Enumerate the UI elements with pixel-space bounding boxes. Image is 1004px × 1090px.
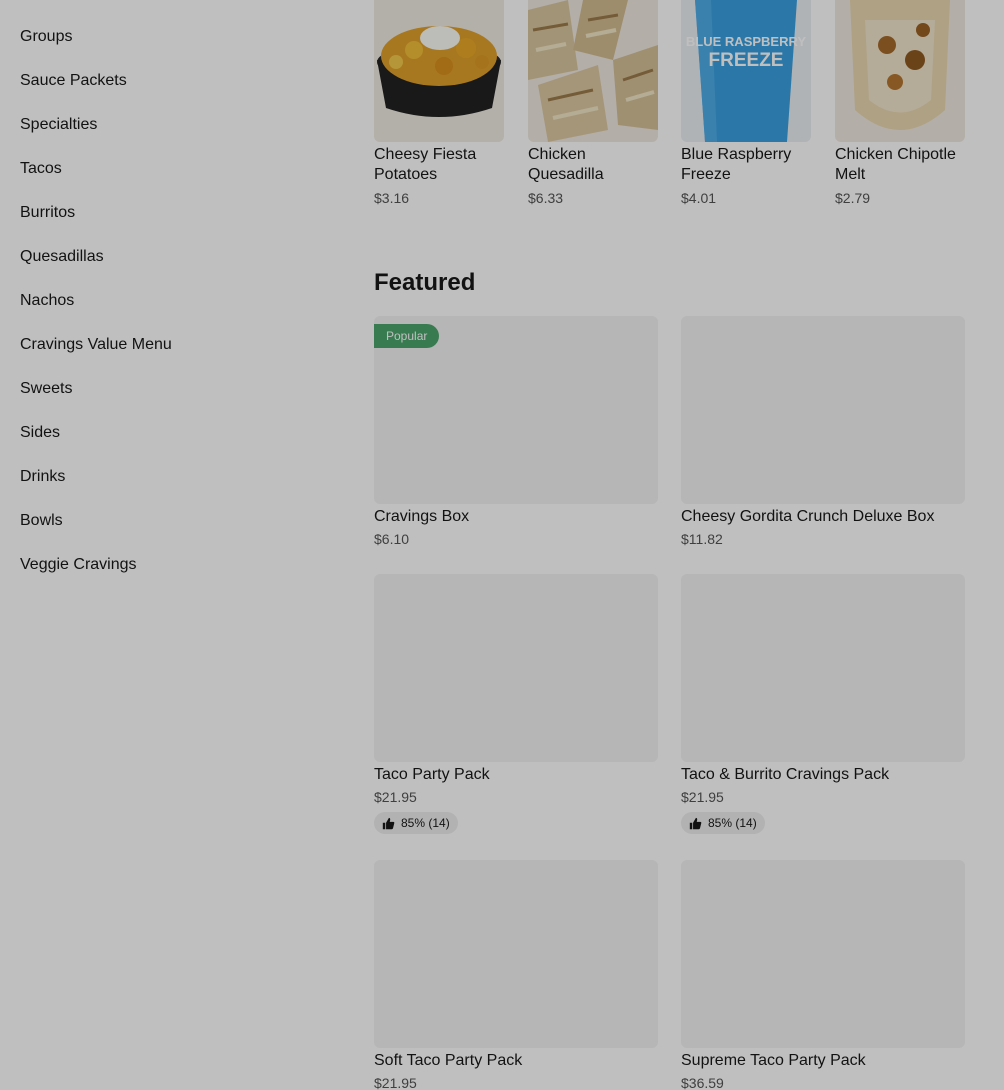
item-price: $11.82 bbox=[681, 531, 723, 547]
sidebar-item-veggie-cravings[interactable]: Veggie Cravings bbox=[20, 553, 137, 577]
sidebar-item-cravings-value-menu[interactable]: Cravings Value Menu bbox=[20, 333, 172, 357]
sidebar-item-groups[interactable]: Groups bbox=[20, 25, 72, 49]
item-price: $21.95 bbox=[374, 1075, 417, 1090]
item-price: $6.33 bbox=[528, 190, 564, 206]
rating-badge: 85% (14) bbox=[374, 812, 458, 834]
item-name: Taco Party Pack bbox=[374, 766, 490, 783]
item-name: Blue Raspberry Freeze bbox=[681, 146, 792, 183]
item-price: $6.10 bbox=[374, 531, 410, 547]
sidebar-item-sweets[interactable]: Sweets bbox=[20, 377, 72, 401]
sidebar-item-burritos[interactable]: Burritos bbox=[20, 201, 75, 225]
sidebar-item-drinks[interactable]: Drinks bbox=[20, 465, 65, 489]
potatoes-image bbox=[374, 0, 504, 142]
item-name: Cheesy Fiesta Potatoes bbox=[374, 146, 477, 183]
popular-badge: Popular bbox=[374, 324, 440, 348]
drink-image: BLUE RASPBERRY FREEZE bbox=[681, 0, 811, 142]
category-sidebar: Groups Sauce Packets Specialties Tacos B… bbox=[0, 0, 350, 1090]
rating-text: 85% (14) bbox=[401, 816, 450, 830]
thumbs-up-icon bbox=[382, 817, 395, 829]
item-name: Taco & Burrito Cravings Pack bbox=[681, 766, 890, 783]
item-image bbox=[681, 574, 965, 762]
item-price: $2.79 bbox=[835, 190, 871, 206]
item-price: $21.95 bbox=[374, 789, 417, 805]
item-image bbox=[374, 860, 658, 1048]
sidebar-item-sides[interactable]: Sides bbox=[20, 421, 60, 445]
item-name: Chicken Quesadilla bbox=[528, 146, 604, 183]
cup-text-1: BLUE RASPBERRY bbox=[686, 34, 806, 49]
item-price: $21.95 bbox=[681, 789, 724, 805]
item-name: Supreme Taco Party Pack bbox=[681, 1052, 866, 1069]
sidebar-item-bowls[interactable]: Bowls bbox=[20, 509, 63, 533]
cup-text-2: FREEZE bbox=[709, 50, 784, 71]
quesadilla-image bbox=[528, 0, 658, 142]
item-name: Chicken Chipotle Melt bbox=[835, 146, 956, 183]
item-price: $3.16 bbox=[374, 190, 410, 206]
item-name: Cheesy Gordita Crunch Deluxe Box bbox=[681, 508, 935, 525]
menu-content: Cheesy Fiesta Potatoes $3.16 Chicken Que… bbox=[374, 0, 965, 1090]
sidebar-item-sauce-packets[interactable]: Sauce Packets bbox=[20, 69, 127, 93]
sidebar-item-quesadillas[interactable]: Quesadillas bbox=[20, 245, 104, 269]
item-image bbox=[681, 316, 965, 504]
section-title-featured: Featured bbox=[374, 269, 476, 296]
page: Groups Sauce Packets Specialties Tacos B… bbox=[0, 0, 1004, 1090]
thumbs-up-icon bbox=[689, 817, 702, 829]
item-image bbox=[374, 574, 658, 762]
rating-badge: 85% (14) bbox=[681, 812, 765, 834]
item-price: $4.01 bbox=[681, 190, 717, 206]
item-name: Cravings Box bbox=[374, 508, 470, 525]
sidebar-item-nachos[interactable]: Nachos bbox=[20, 289, 74, 313]
sidebar-item-tacos[interactable]: Tacos bbox=[20, 157, 62, 181]
item-price: $36.59 bbox=[681, 1075, 724, 1090]
item-image bbox=[681, 860, 965, 1048]
melt-image bbox=[835, 0, 965, 142]
sidebar-item-specialties[interactable]: Specialties bbox=[20, 113, 97, 137]
item-name: Soft Taco Party Pack bbox=[374, 1052, 523, 1069]
rating-text: 85% (14) bbox=[708, 816, 757, 830]
